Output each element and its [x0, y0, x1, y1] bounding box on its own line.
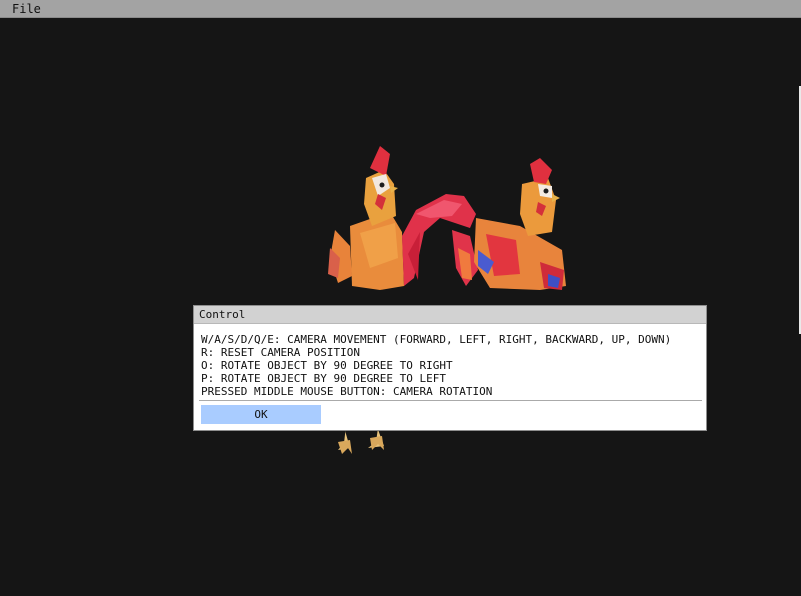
menu-item-file[interactable]: File [6, 2, 47, 16]
control-line: O: ROTATE OBJECT BY 90 DEGREE TO RIGHT [201, 359, 453, 372]
application-window: File Control W/A/S/D/Q/E: CAMERA MOVEMEN… [0, 0, 801, 596]
dialog-title-bar[interactable]: Control [194, 306, 706, 324]
control-line: PRESSED MIDDLE MOUSE BUTTON: CAMERA ROTA… [201, 385, 493, 398]
control-dialog: Control W/A/S/D/Q/E: CAMERA MOVEMENT (FO… [193, 305, 707, 431]
dialog-title: Control [199, 308, 246, 321]
control-line: P: ROTATE OBJECT BY 90 DEGREE TO LEFT [201, 372, 447, 385]
control-line: W/A/S/D/Q/E: CAMERA MOVEMENT (FORWARD, L… [201, 333, 672, 346]
dialog-body: W/A/S/D/Q/E: CAMERA MOVEMENT (FORWARD, L… [201, 333, 701, 398]
dialog-separator [199, 400, 702, 401]
3d-viewport[interactable]: Control W/A/S/D/Q/E: CAMERA MOVEMENT (FO… [0, 18, 801, 596]
ok-button[interactable]: OK [201, 405, 321, 424]
control-line: R: RESET CAMERA POSITION [201, 346, 360, 359]
menu-bar: File [0, 0, 801, 18]
